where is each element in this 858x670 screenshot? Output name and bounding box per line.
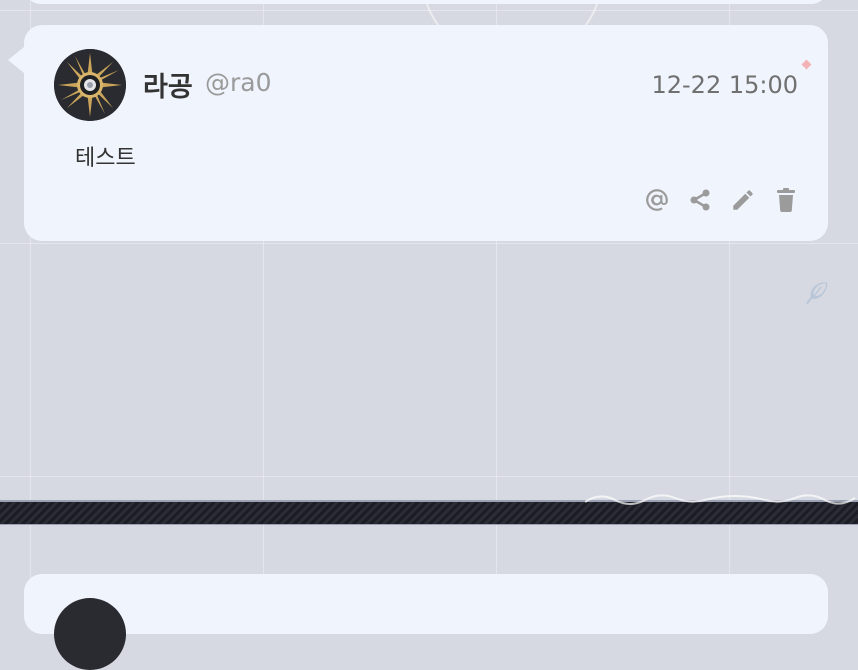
next-post-avatar[interactable] bbox=[54, 598, 126, 670]
wave-decoration-icon bbox=[585, 494, 856, 505]
delete-icon bbox=[777, 188, 795, 212]
avatar[interactable] bbox=[54, 49, 126, 121]
post-card: 라공 @ra0 12-22 15:00 테스트 bbox=[8, 25, 828, 241]
post-timestamp: 12-22 15:00 bbox=[651, 71, 798, 99]
share-button[interactable] bbox=[686, 184, 714, 216]
previous-post-card bbox=[24, 0, 828, 4]
feather-icon[interactable] bbox=[802, 278, 832, 308]
edit-button[interactable] bbox=[729, 184, 757, 216]
post-actions bbox=[643, 184, 800, 216]
bubble-tail bbox=[8, 47, 24, 73]
edit-icon bbox=[733, 190, 753, 210]
display-name[interactable]: 라공 bbox=[143, 65, 193, 104]
user-handle[interactable]: @ra0 bbox=[205, 68, 272, 97]
delete-button[interactable] bbox=[772, 184, 800, 216]
feather-quill-icon bbox=[806, 282, 828, 305]
post-body: 테스트 bbox=[75, 146, 136, 171]
mention-button[interactable] bbox=[643, 184, 671, 216]
sun-emblem-avatar-icon bbox=[54, 49, 126, 121]
share-icon bbox=[690, 189, 710, 211]
section-divider bbox=[0, 494, 858, 525]
next-post-card bbox=[24, 574, 828, 670]
status-indicator-icon bbox=[801, 59, 812, 70]
mention-icon bbox=[646, 189, 668, 211]
